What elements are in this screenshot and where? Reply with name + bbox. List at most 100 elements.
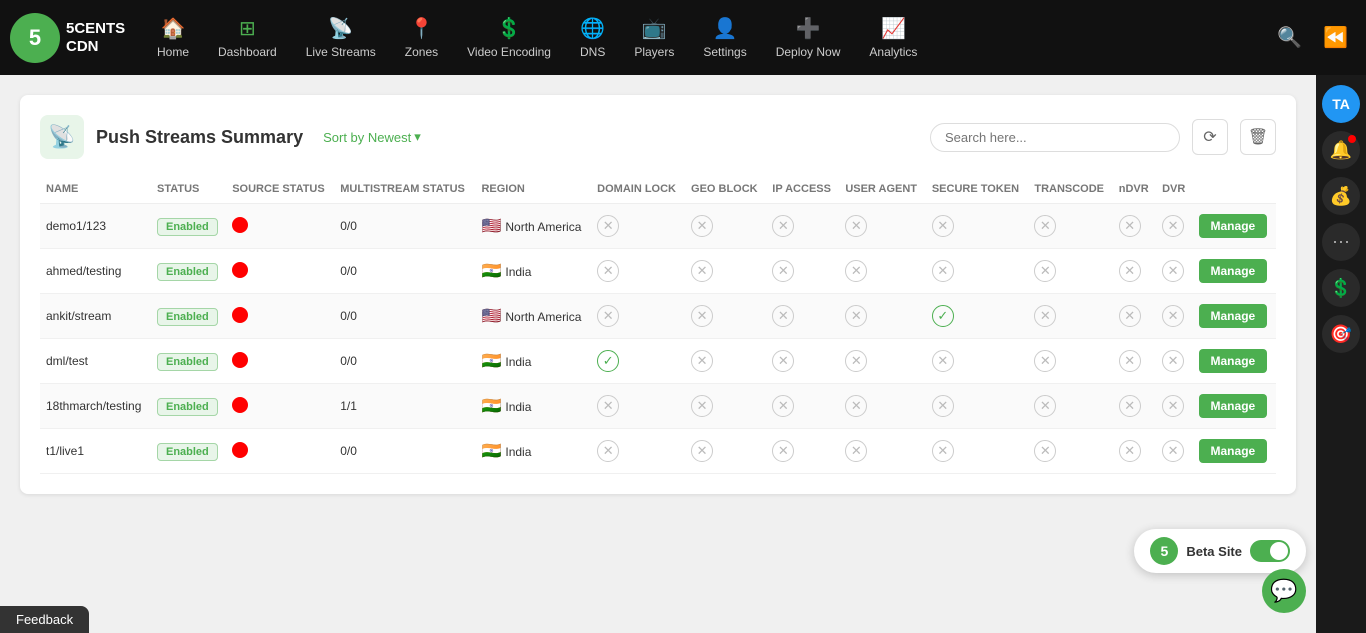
search-button[interactable]: 🔍 xyxy=(1269,17,1310,58)
cell-ip-access: ✕ xyxy=(766,249,839,294)
col-domain-lock: DOMAIN LOCK xyxy=(591,175,685,204)
disabled-icon: ✕ xyxy=(772,350,794,372)
disabled-icon: ✕ xyxy=(1162,215,1184,237)
logo-icon: 5 xyxy=(10,13,60,63)
notification-badge xyxy=(1348,135,1356,143)
cell-geo-block: ✕ xyxy=(685,204,766,249)
nav-video-encoding[interactable]: 💲 Video Encoding xyxy=(455,10,563,65)
nav-zones[interactable]: 📍 Zones xyxy=(393,10,450,65)
cell-region: 🇮🇳India xyxy=(475,384,591,429)
cell-status: Enabled xyxy=(151,294,226,339)
sort-label: Sort by Newest xyxy=(323,130,411,145)
status-badge: Enabled xyxy=(157,218,218,236)
beta-toggle[interactable] xyxy=(1250,540,1290,562)
disabled-icon: ✕ xyxy=(1034,215,1056,237)
zones-icon: 📍 xyxy=(409,16,434,41)
delete-button[interactable]: 🗑 xyxy=(1240,119,1276,155)
top-navigation: 5 5CENTS CDN 🏠 Home ⊞ Dashboard 📡 Live S… xyxy=(0,0,1366,75)
notifications-icon[interactable]: 🔔 xyxy=(1322,131,1360,169)
cell-geo-block: ✕ xyxy=(685,384,766,429)
source-status-dot xyxy=(232,217,248,233)
nav-dns[interactable]: 🌐 DNS xyxy=(568,10,617,65)
disabled-icon: ✕ xyxy=(932,395,954,417)
cell-dvr: ✕ xyxy=(1156,339,1192,384)
cell-status: Enabled xyxy=(151,339,226,384)
sort-button[interactable]: Sort by Newest ▾ xyxy=(323,129,421,145)
cell-domain-lock: ✕ xyxy=(591,249,685,294)
manage-button[interactable]: Manage xyxy=(1199,214,1268,238)
disabled-icon: ✕ xyxy=(1162,440,1184,462)
cell-ndvr: ✕ xyxy=(1113,294,1156,339)
manage-button[interactable]: Manage xyxy=(1199,349,1268,373)
cell-name: 18thmarch/testing xyxy=(40,384,151,429)
card-header: 📡 Push Streams Summary Sort by Newest ▾ … xyxy=(40,115,1276,159)
disabled-icon: ✕ xyxy=(691,305,713,327)
col-status: STATUS xyxy=(151,175,226,204)
flag-icon: 🇮🇳 xyxy=(481,443,501,460)
cell-multistream: 0/0 xyxy=(334,294,475,339)
user-avatar[interactable]: TA xyxy=(1322,85,1360,123)
flag-icon: 🇮🇳 xyxy=(481,353,501,370)
disabled-icon: ✕ xyxy=(1034,260,1056,282)
cell-multistream: 0/0 xyxy=(334,339,475,384)
disabled-icon: ✕ xyxy=(845,350,867,372)
source-status-dot xyxy=(232,442,248,458)
cell-dvr: ✕ xyxy=(1156,294,1192,339)
disabled-icon: ✕ xyxy=(845,395,867,417)
cell-dvr: ✕ xyxy=(1156,249,1192,294)
cell-action: Manage xyxy=(1193,294,1276,339)
nav-analytics[interactable]: 📈 Analytics xyxy=(857,10,929,65)
col-transcode: TRANSCODE xyxy=(1028,175,1112,204)
cell-ndvr: ✕ xyxy=(1113,339,1156,384)
manage-button[interactable]: Manage xyxy=(1199,259,1268,283)
status-badge: Enabled xyxy=(157,443,218,461)
status-badge: Enabled xyxy=(157,308,218,326)
main-content: 📡 Push Streams Summary Sort by Newest ▾ … xyxy=(0,75,1316,633)
cell-secure-token: ✕ xyxy=(926,384,1029,429)
disabled-icon: ✕ xyxy=(597,440,619,462)
table-header-row: NAME STATUS SOURCE STATUS MULTISTREAM ST… xyxy=(40,175,1276,204)
nav-live-streams[interactable]: 📡 Live Streams xyxy=(294,10,388,65)
target-icon[interactable]: 🎯 xyxy=(1322,315,1360,353)
manage-button[interactable]: Manage xyxy=(1199,439,1268,463)
dollar-icon[interactable]: 💲 xyxy=(1322,269,1360,307)
cell-transcode: ✕ xyxy=(1028,294,1112,339)
nav-deploy-now[interactable]: ➕ Deploy Now xyxy=(764,10,853,65)
disabled-icon: ✕ xyxy=(1119,305,1141,327)
billing-icon[interactable]: 💰 xyxy=(1322,177,1360,215)
cell-geo-block: ✕ xyxy=(685,294,766,339)
cell-domain-lock: ✕ xyxy=(591,294,685,339)
cell-source-status xyxy=(226,339,334,384)
refresh-button[interactable]: ⟳ xyxy=(1192,119,1228,155)
disabled-icon: ✕ xyxy=(845,440,867,462)
feedback-button[interactable]: Feedback xyxy=(0,606,89,633)
table-row: t1/live1 Enabled 0/0 🇮🇳India ✕ ✕ ✕ ✕ ✕ ✕… xyxy=(40,429,1276,474)
chat-button[interactable]: 💬 xyxy=(1262,569,1306,613)
cell-user-agent: ✕ xyxy=(839,339,926,384)
cell-dvr: ✕ xyxy=(1156,204,1192,249)
search-input[interactable] xyxy=(930,123,1180,152)
live-streams-icon: 📡 xyxy=(328,16,353,41)
cell-action: Manage xyxy=(1193,339,1276,384)
nav-home[interactable]: 🏠 Home xyxy=(145,10,201,65)
nav-deploy-now-label: Deploy Now xyxy=(776,45,841,59)
disabled-icon: ✕ xyxy=(932,440,954,462)
manage-button[interactable]: Manage xyxy=(1199,394,1268,418)
disabled-icon: ✕ xyxy=(691,350,713,372)
col-action xyxy=(1193,175,1276,204)
settings-icon: 👤 xyxy=(713,16,738,41)
disabled-icon: ✕ xyxy=(1119,440,1141,462)
manage-button[interactable]: Manage xyxy=(1199,304,1268,328)
push-streams-card: 📡 Push Streams Summary Sort by Newest ▾ … xyxy=(20,95,1296,494)
logo[interactable]: 5 5CENTS CDN xyxy=(10,13,130,63)
more-options-icon[interactable]: ⋯ xyxy=(1322,223,1360,261)
cell-dvr: ✕ xyxy=(1156,384,1192,429)
enabled-icon: ✓ xyxy=(597,350,619,372)
nav-players[interactable]: 📺 Players xyxy=(622,10,686,65)
cell-multistream: 1/1 xyxy=(334,384,475,429)
nav-settings[interactable]: 👤 Settings xyxy=(691,10,758,65)
cell-status: Enabled xyxy=(151,249,226,294)
nav-dashboard[interactable]: ⊞ Dashboard xyxy=(206,10,289,65)
disabled-icon: ✕ xyxy=(932,350,954,372)
collapse-button[interactable]: ⏪ xyxy=(1315,17,1356,58)
